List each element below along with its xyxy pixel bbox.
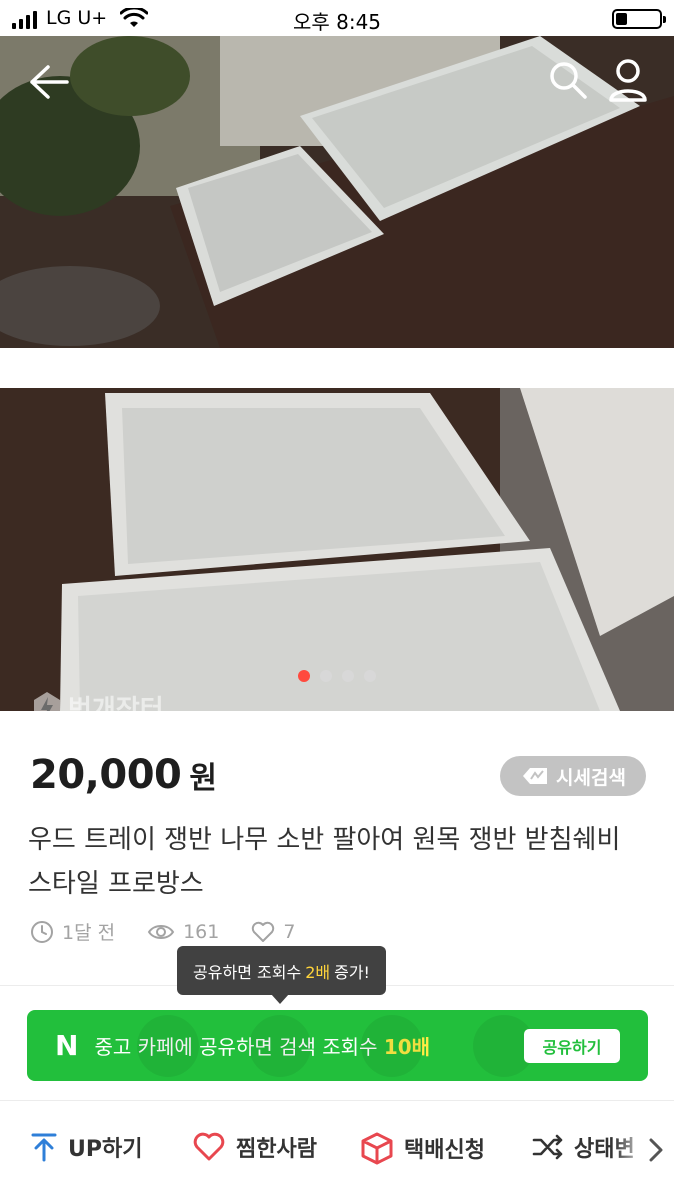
product-image-gallery[interactable]: 번개장터 xyxy=(0,36,674,711)
profile-icon[interactable] xyxy=(608,58,648,102)
pagination-dot[interactable] xyxy=(342,670,354,682)
wish-label: 찜한사람 xyxy=(236,1137,317,1162)
search-icon[interactable] xyxy=(548,60,588,100)
price-value: 20,000 xyxy=(30,752,182,798)
shuffle-icon xyxy=(532,1134,563,1160)
clock-icon xyxy=(31,920,53,943)
status-bar: LG U+ 오후 8:45 xyxy=(0,0,674,36)
meta-time: 1달 전 xyxy=(30,918,115,945)
meta-likes: 7 xyxy=(251,921,295,943)
meta-views: 161 xyxy=(147,921,219,943)
tooltip-prefix: 공유하면 조회수 xyxy=(193,962,302,982)
eye-icon xyxy=(147,924,175,939)
heart-outline-icon xyxy=(252,921,275,942)
chevron-right-icon[interactable] xyxy=(648,1137,664,1163)
watermark-text: 번개장터 xyxy=(68,695,164,711)
up-label: UP하기 xyxy=(68,1137,143,1162)
view-count: 161 xyxy=(183,920,220,943)
cafe-share-banner[interactable]: N 중고 카페에 공유하면 검색 조회수 10배 공유하기 xyxy=(27,1010,648,1081)
battery-level xyxy=(616,13,627,25)
gallery-pagination[interactable] xyxy=(0,670,674,682)
price-tag-icon xyxy=(523,768,548,784)
box-icon xyxy=(361,1132,393,1165)
pagination-dot[interactable] xyxy=(364,670,376,682)
share-tooltip: 공유하면 조회수 2배 증가! xyxy=(177,946,386,1004)
back-arrow-icon[interactable] xyxy=(28,64,70,100)
pagination-dot[interactable] xyxy=(298,670,310,682)
heart-icon xyxy=(193,1132,225,1161)
product-photo xyxy=(0,36,674,711)
battery-icon xyxy=(612,9,666,29)
delivery-label: 택배신청 xyxy=(404,1138,485,1163)
product-meta: 1달 전 161 7 xyxy=(30,918,327,945)
time-ago: 1달 전 xyxy=(62,922,116,944)
watermark: 번개장터 xyxy=(32,689,164,711)
market-price-search-button[interactable]: 시세검색 xyxy=(500,756,646,796)
product-price: 20,000 원 xyxy=(30,752,217,798)
wish-users-button[interactable]: 찜한사람 xyxy=(192,1131,317,1163)
status-time: 오후 8:45 xyxy=(292,10,382,34)
delivery-request-button[interactable]: 택배신청 xyxy=(360,1131,485,1165)
pagination-dot[interactable] xyxy=(320,670,332,682)
tooltip-suffix: 증가! xyxy=(334,962,370,982)
up-arrow-icon xyxy=(31,1133,57,1162)
tooltip-highlight: 2배 xyxy=(305,962,331,982)
scroll-fade xyxy=(614,1101,674,1200)
share-button[interactable]: 공유하기 xyxy=(524,1029,620,1063)
product-title: 우드 트레이 쟁반 나무 소반 팔아여 원목 쟁반 받침쉐비 스타일 프로방스 xyxy=(28,825,621,899)
market-price-label: 시세검색 xyxy=(556,766,626,789)
price-currency: 원 xyxy=(189,761,217,796)
bolt-logo-icon xyxy=(34,691,60,711)
like-count: 7 xyxy=(283,920,296,943)
up-button[interactable]: UP하기 xyxy=(30,1131,142,1163)
naver-logo-icon: N xyxy=(55,1029,79,1062)
bottom-action-bar: UP하기 찜한사람 택배신청 상태변 xyxy=(0,1101,674,1200)
